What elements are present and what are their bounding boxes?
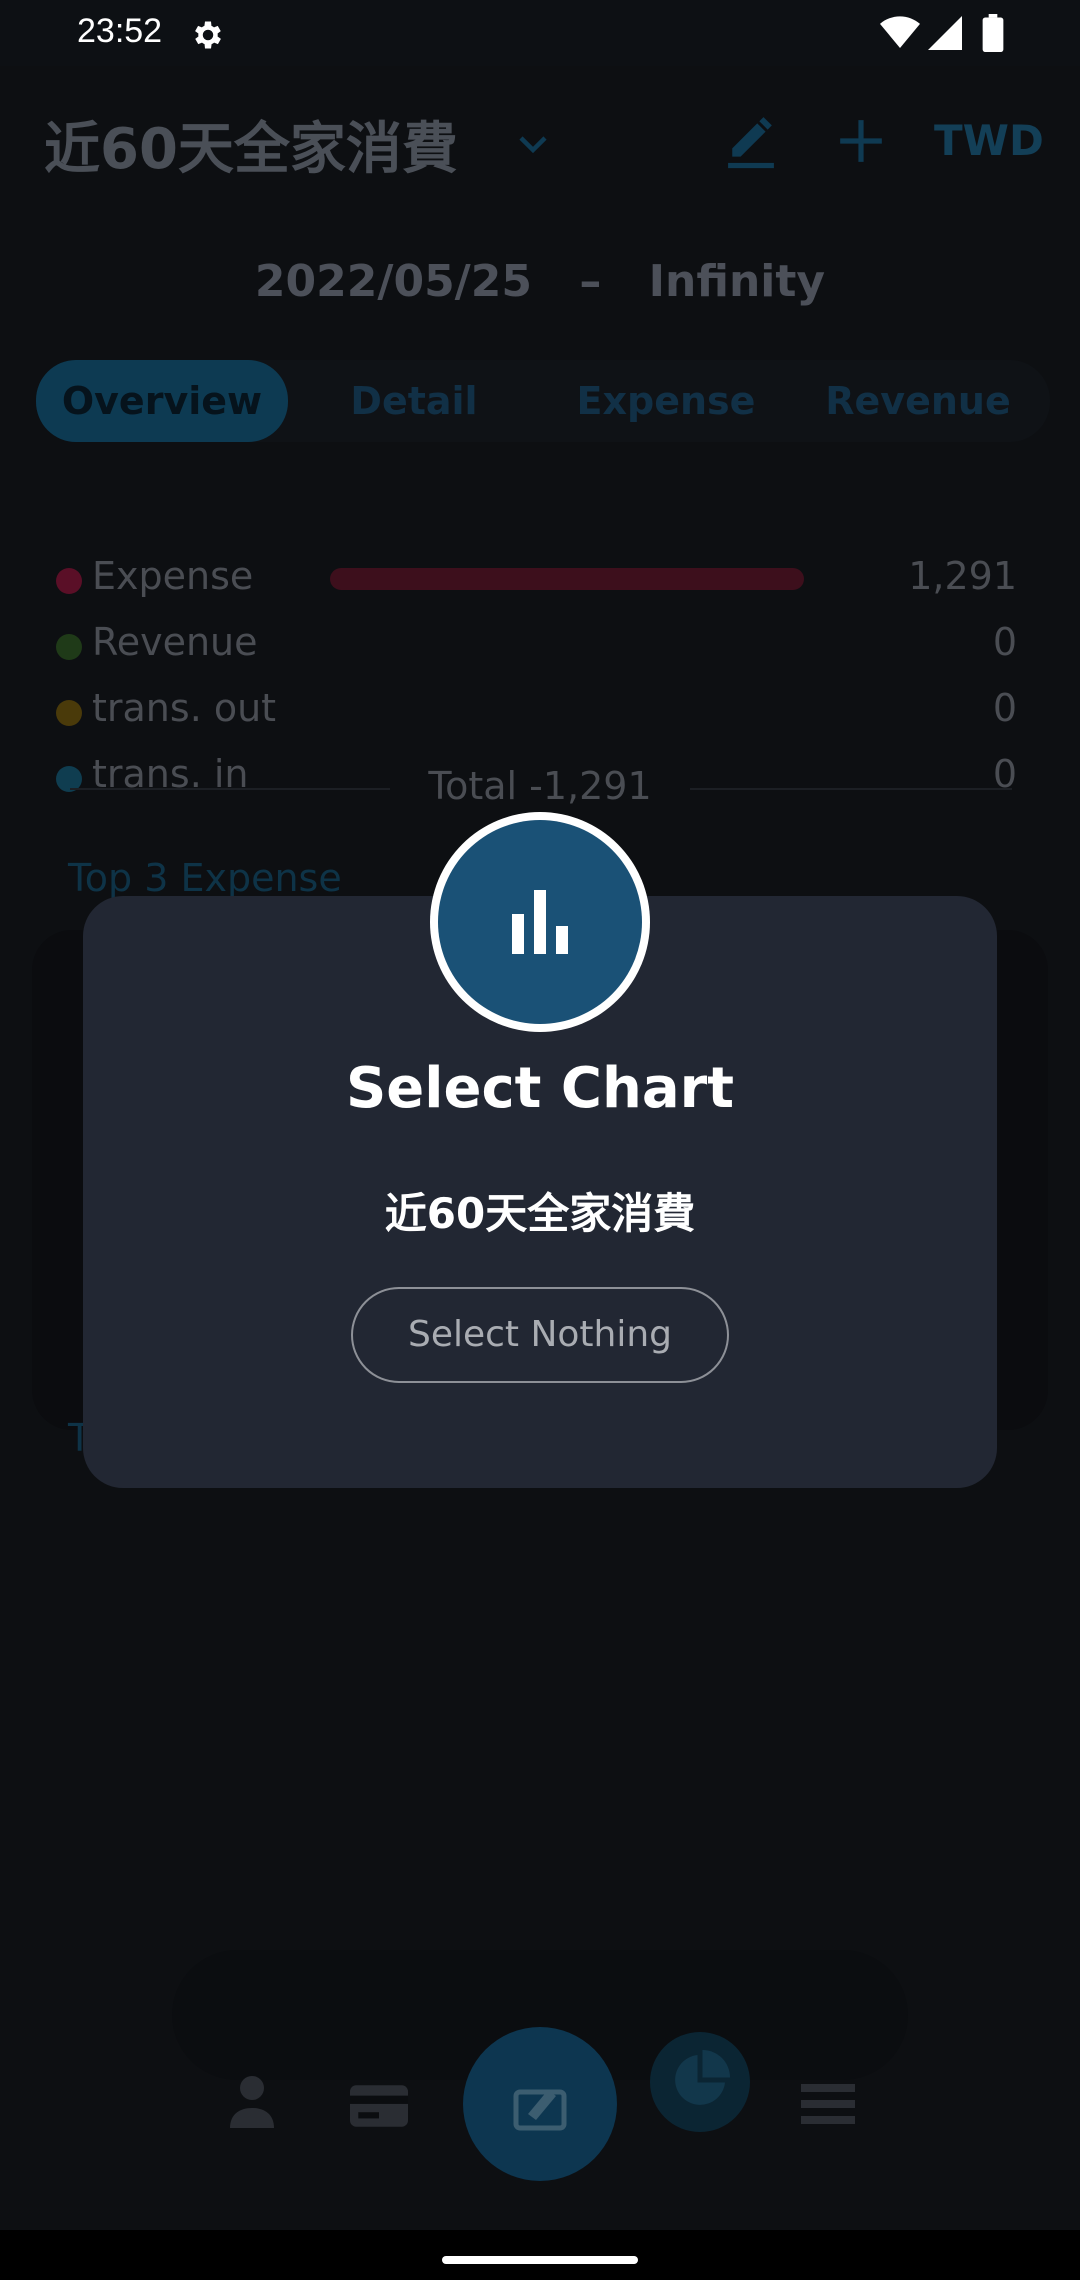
summary-label: trans. out xyxy=(92,686,277,730)
currency-selector[interactable]: TWD xyxy=(934,116,1044,165)
date-range[interactable]: 2022/05/25 – Infinity xyxy=(0,256,1080,316)
system-nav-bar xyxy=(0,2230,1080,2280)
summary-row-trans-out: trans. out 0 xyxy=(54,678,1017,744)
date-start: 2022/05/25 xyxy=(254,256,532,307)
edit-icon[interactable] xyxy=(726,110,776,170)
home-indicator[interactable] xyxy=(442,2256,638,2264)
dialog-icon-badge xyxy=(430,812,650,1032)
summary-value: 1,291 xyxy=(908,554,1017,598)
add-record-icon xyxy=(513,2089,567,2131)
summary-value: 0 xyxy=(992,686,1017,730)
person-icon[interactable] xyxy=(228,2074,276,2130)
book-title[interactable]: 近60天全家消費 xyxy=(44,104,458,185)
trans-out-dot xyxy=(56,700,82,726)
card-icon[interactable] xyxy=(350,2084,408,2128)
battery-icon xyxy=(982,14,1004,52)
gear-icon xyxy=(195,21,221,49)
dialog-title: Select Chart xyxy=(345,1056,735,1121)
chevron-down-icon[interactable] xyxy=(515,126,551,162)
bar-chart-icon xyxy=(512,890,568,954)
status-bar: 23:52 xyxy=(0,0,1080,66)
date-end: Infinity xyxy=(648,256,826,307)
list-icon[interactable] xyxy=(801,2084,855,2124)
chart-option[interactable]: 近60天全家消費 xyxy=(0,1180,1080,1241)
dialog-icon-circle xyxy=(438,820,642,1024)
app-bar: 近60天全家消費 TWD xyxy=(0,66,1080,206)
status-time: 23:52 xyxy=(77,12,163,50)
summary-label: Expense xyxy=(92,554,254,598)
date-separator: – xyxy=(579,256,602,307)
tab-overview[interactable]: Overview xyxy=(36,360,288,442)
screen: 23:52 近60天全家消費 TWD 2022/05/25 – Infinity… xyxy=(0,0,1080,2280)
wifi-icon xyxy=(880,16,920,48)
add-icon[interactable] xyxy=(836,116,886,166)
revenue-dot xyxy=(56,634,82,660)
tab-bar: Overview Detail Expense Revenue xyxy=(36,360,1050,442)
signal-icon xyxy=(928,16,962,50)
tab-revenue[interactable]: Revenue xyxy=(792,360,1044,442)
pie-chart-icon[interactable] xyxy=(670,2050,730,2110)
summary-row-expense: Expense 1,291 xyxy=(54,546,1017,612)
select-nothing-button[interactable]: Select Nothing xyxy=(351,1287,729,1383)
total-amount: Total -1,291 xyxy=(428,764,652,808)
summary-label: Revenue xyxy=(92,620,258,664)
tab-expense[interactable]: Expense xyxy=(540,360,792,442)
expense-dot xyxy=(56,568,82,594)
tab-detail[interactable]: Detail xyxy=(288,360,540,442)
top3-expense-heading: Top 3 Expense xyxy=(68,856,342,900)
summary-row-revenue: Revenue 0 xyxy=(54,612,1017,678)
summary-value: 0 xyxy=(992,620,1017,664)
expense-bar xyxy=(330,568,804,590)
